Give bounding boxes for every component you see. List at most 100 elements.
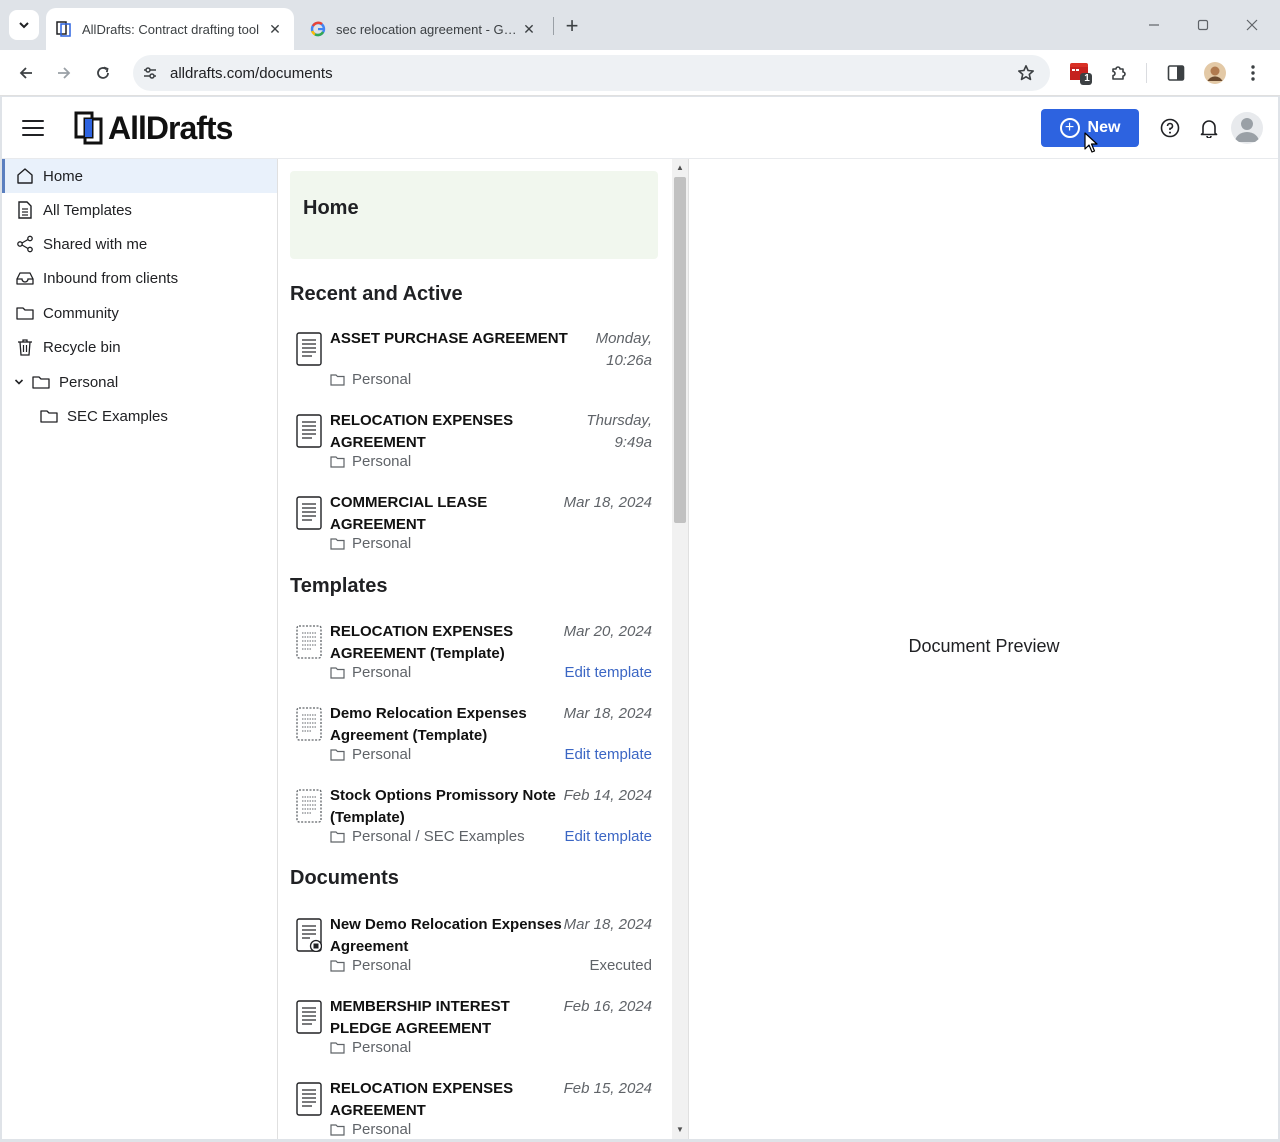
sidebar-item-shared[interactable]: Shared with me: [2, 227, 277, 261]
arrow-left-icon: [19, 67, 32, 79]
folder-name: Personal: [352, 535, 412, 552]
sidebar-item-label: Shared with me: [43, 235, 148, 253]
sidebar-item-home[interactable]: Home: [2, 159, 277, 193]
template-name[interactable]: RELOCATION EXPENSES AGREEMENT (Template): [330, 621, 570, 664]
profile-button[interactable]: [1201, 59, 1229, 87]
document-item[interactable]: MEMBERSHIP INTEREST PLEDGE AGREEMENT Feb…: [290, 994, 654, 1066]
new-tab-button[interactable]: +: [560, 13, 584, 38]
edit-template-link[interactable]: Edit template: [564, 664, 652, 681]
browser-menu-button[interactable]: [1239, 59, 1267, 87]
document-item[interactable]: New Demo Relocation Expenses Agreement M…: [290, 912, 654, 984]
folder-icon: [330, 373, 346, 387]
inbox-icon: [15, 268, 35, 288]
edit-template-link[interactable]: Edit template: [564, 746, 652, 763]
forward-button[interactable]: [49, 58, 79, 88]
close-icon[interactable]: ✕: [266, 20, 284, 38]
document-folder: Personal: [330, 1039, 411, 1056]
minimize-button[interactable]: [1141, 12, 1167, 38]
document-name[interactable]: COMMERCIAL LEASE AGREEMENT: [330, 492, 570, 535]
browser-tab-alldrafts[interactable]: AllDrafts: Contract drafting tool ✕: [46, 8, 294, 50]
notifications-button[interactable]: [1197, 116, 1221, 140]
folder-name: Personal: [352, 453, 412, 470]
user-avatar[interactable]: [1231, 112, 1263, 144]
document-folder: Personal: [330, 371, 411, 388]
folder-name: Personal: [352, 664, 412, 681]
sidebar-item-label: Home: [43, 167, 84, 185]
folder-name: Personal / SEC Examples: [352, 828, 525, 845]
minimize-icon: [1149, 24, 1159, 26]
template-name[interactable]: Stock Options Promissory Note (Template): [330, 785, 570, 828]
browser-tab-google[interactable]: sec relocation agreement - Google Search…: [300, 8, 548, 50]
folder-icon: [39, 406, 59, 426]
sidebar-item-community[interactable]: Community: [2, 296, 277, 330]
chevron-down-icon[interactable]: [13, 376, 25, 388]
bookmark-star-icon[interactable]: [1014, 61, 1038, 85]
document-date: Mar 18, 2024: [563, 916, 652, 933]
document-name[interactable]: New Demo Relocation Expenses Agreement: [330, 914, 570, 957]
reload-button[interactable]: [88, 58, 118, 88]
close-icon[interactable]: ✕: [520, 20, 538, 38]
scrollbar-thumb[interactable]: [674, 177, 686, 523]
alldrafts-logo[interactable]: AllDrafts: [74, 110, 233, 146]
site-settings-icon[interactable]: [140, 63, 160, 83]
document-item[interactable]: RELOCATION EXPENSES AGREEMENT Feb 15, 20…: [290, 1076, 654, 1139]
template-item[interactable]: RELOCATION EXPENSES AGREEMENT (Template)…: [290, 619, 654, 691]
document-name[interactable]: RELOCATION EXPENSES AGREEMENT: [330, 1078, 570, 1121]
template-item[interactable]: Stock Options Promissory Note (Template)…: [290, 783, 654, 855]
tab-search-button[interactable]: [9, 10, 39, 40]
document-name[interactable]: RELOCATION EXPENSES AGREEMENT: [330, 410, 570, 453]
folder-icon: [330, 748, 346, 762]
side-panel-button[interactable]: [1162, 59, 1190, 87]
document-date: Mar 18, 2024: [563, 494, 652, 511]
tab-separator: [553, 17, 554, 35]
hamburger-menu-icon[interactable]: [22, 117, 44, 139]
template-document-icon: [296, 789, 322, 823]
url-text: alldrafts.com/documents: [170, 64, 333, 82]
help-button[interactable]: [1158, 116, 1182, 140]
google-icon: [310, 21, 326, 37]
template-name[interactable]: Demo Relocation Expenses Agreement (Temp…: [330, 703, 570, 746]
mouse-cursor-icon: [1084, 132, 1098, 153]
template-document-icon: [296, 707, 322, 741]
scroll-up-arrow-icon[interactable]: ▲: [676, 163, 684, 172]
recent-item[interactable]: RELOCATION EXPENSES AGREEMENT Thursday, …: [290, 408, 654, 480]
sidebar: Home All Templates Shared with me Inboun…: [2, 159, 278, 1139]
recent-item[interactable]: ASSET PURCHASE AGREEMENT Monday, 10:26a …: [290, 326, 654, 398]
back-button[interactable]: [11, 58, 41, 88]
document-folder: Personal: [330, 957, 411, 974]
calendar-extension-button[interactable]: 1: [1066, 59, 1094, 87]
app-window: AllDrafts + New Home All Templates Share…: [2, 97, 1278, 1139]
extensions-button[interactable]: [1105, 59, 1133, 87]
folder-icon: [31, 372, 51, 392]
address-bar[interactable]: alldrafts.com/documents: [133, 55, 1050, 91]
sidebar-item-personal[interactable]: Personal: [2, 365, 277, 399]
sidebar-item-all-templates[interactable]: All Templates: [2, 193, 277, 227]
scroll-down-arrow-icon[interactable]: ▼: [676, 1125, 684, 1134]
folder-icon: [15, 303, 35, 323]
browser-tabstrip: AllDrafts: Contract drafting tool ✕ sec …: [0, 0, 1280, 50]
document-icon: [296, 332, 322, 366]
extension-badge: 1: [1084, 73, 1090, 84]
sidebar-item-sec-examples[interactable]: SEC Examples: [2, 399, 277, 433]
document-preview-pane: Document Preview: [688, 159, 1278, 1139]
help-icon: [1160, 118, 1180, 138]
template-item[interactable]: Demo Relocation Expenses Agreement (Temp…: [290, 701, 654, 773]
list-scrollbar[interactable]: ▲ ▼: [672, 159, 688, 1139]
recent-item[interactable]: COMMERCIAL LEASE AGREEMENT Mar 18, 2024 …: [290, 490, 654, 562]
edit-template-link[interactable]: Edit template: [564, 828, 652, 845]
sidebar-item-label: All Templates: [43, 201, 132, 219]
document-name[interactable]: MEMBERSHIP INTEREST PLEDGE AGREEMENT: [330, 996, 570, 1039]
sidebar-item-label: Inbound from clients: [43, 269, 179, 287]
status-badge: Executed: [589, 957, 652, 974]
maximize-button[interactable]: [1190, 12, 1216, 38]
document-folder: Personal: [330, 535, 411, 552]
sidebar-item-label: Community: [43, 304, 119, 322]
document-name[interactable]: ASSET PURCHASE AGREEMENT: [330, 328, 570, 350]
plus-circle-icon: +: [1059, 118, 1080, 138]
template-date: Mar 18, 2024: [563, 705, 652, 722]
sidebar-item-inbound[interactable]: Inbound from clients: [2, 261, 277, 295]
window-close-button[interactable]: [1239, 12, 1265, 38]
sidebar-item-recycle-bin[interactable]: Recycle bin: [2, 330, 277, 364]
document-icon: [296, 414, 322, 448]
sidebar-item-label: SEC Examples: [67, 407, 168, 425]
